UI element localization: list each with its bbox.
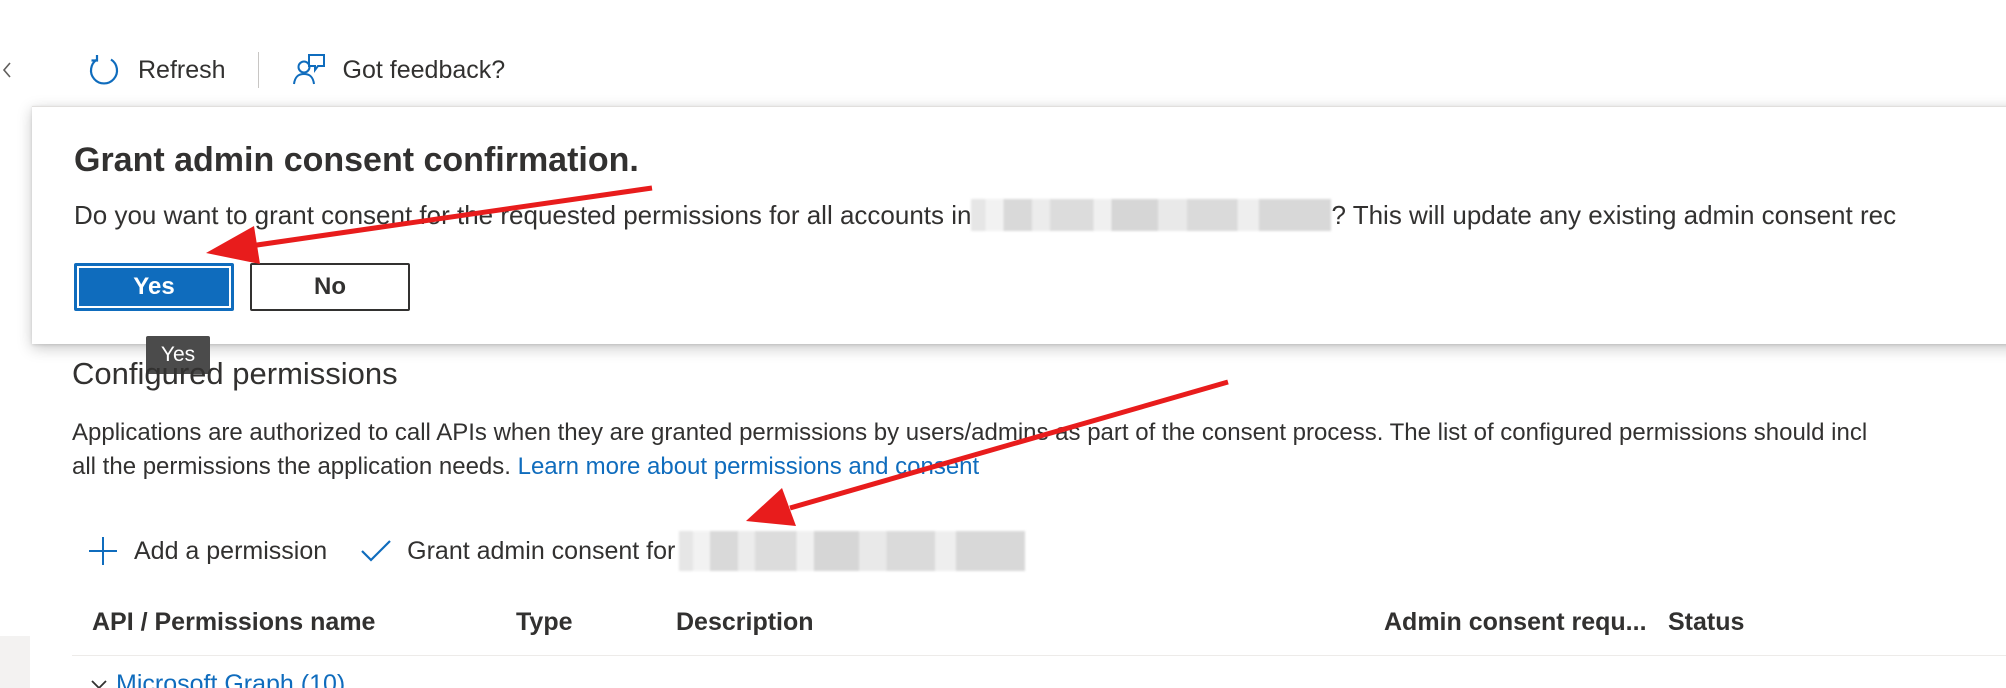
column-header-type[interactable]: Type — [516, 608, 573, 637]
redacted-tenant-name-2 — [679, 531, 1026, 571]
refresh-label: Refresh — [138, 55, 226, 84]
refresh-icon — [86, 52, 122, 88]
configured-permissions-description: Applications are authorized to call APIs… — [72, 416, 2006, 484]
collapse-nav-button[interactable] — [0, 56, 14, 84]
redacted-tenant-name — [971, 199, 1332, 231]
yes-button[interactable]: Yes — [74, 263, 234, 311]
add-icon — [86, 534, 120, 568]
column-header-api-name[interactable]: API / Permissions name — [92, 608, 375, 637]
checkmark-icon — [359, 534, 393, 568]
permission-group-row[interactable]: Microsoft Graph (10) — [90, 670, 345, 688]
nav-panel-edge — [0, 636, 30, 688]
command-bar: Refresh Got feedback? — [72, 38, 519, 102]
no-button[interactable]: No — [250, 263, 410, 311]
description-line-2-text: all the permissions the application need… — [72, 453, 518, 480]
command-separator — [257, 52, 259, 88]
configured-permissions-title: Configured permissions — [72, 356, 398, 391]
column-header-admin-consent[interactable]: Admin consent requ... — [1384, 608, 1647, 637]
description-line-2: all the permissions the application need… — [72, 450, 2006, 484]
feedback-label: Got feedback? — [342, 55, 506, 84]
learn-more-link[interactable]: Learn more about permissions and consent — [518, 453, 980, 480]
feedback-button[interactable]: Got feedback? — [277, 52, 520, 88]
confirmation-message-start: Do you want to grant consent for the req… — [74, 199, 972, 230]
grant-admin-consent-label: Grant admin consent for — [407, 536, 676, 565]
confirmation-message: Do you want to grant consent for the req… — [74, 199, 1896, 231]
add-permission-label: Add a permission — [134, 536, 328, 565]
add-permission-button[interactable]: Add a permission — [86, 534, 327, 568]
grant-admin-consent-button[interactable]: Grant admin consent for — [359, 531, 1026, 571]
chevron-left-icon — [2, 62, 11, 78]
annotation-arrows — [206, 185, 1229, 526]
feedback-icon — [291, 52, 327, 88]
column-header-status[interactable]: Status — [1668, 608, 1744, 637]
confirmation-title: Grant admin consent confirmation. — [74, 141, 639, 179]
app-registration-api-permissions-page: Refresh Got feedback? Grant admin consen… — [0, 0, 2006, 688]
description-line-1: Applications are authorized to call APIs… — [72, 419, 1868, 446]
permission-group-label: Microsoft Graph (10) — [116, 670, 346, 688]
confirmation-message-end: ? This will update any existing admin co… — [1331, 199, 1897, 230]
permissions-toolbar: Add a permission Grant admin consent for — [86, 528, 1057, 574]
permissions-table-header: API / Permissions name Type Description … — [72, 600, 2006, 656]
refresh-button[interactable]: Refresh — [72, 52, 240, 88]
chevron-down-icon — [91, 679, 107, 688]
grant-consent-confirmation: Grant admin consent confirmation. Do you… — [32, 106, 2006, 344]
column-header-description[interactable]: Description — [676, 608, 814, 637]
